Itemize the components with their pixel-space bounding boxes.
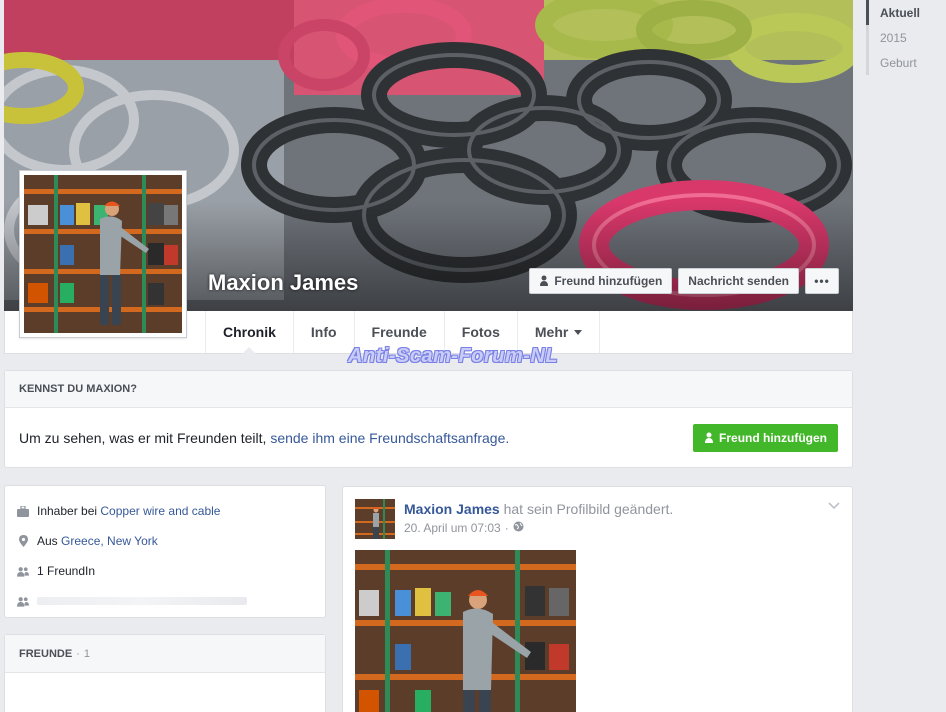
friend-request-link[interactable]: sende ihm eine Freundschaftsanfrage. [270, 430, 509, 446]
post-author-name[interactable]: Maxion James [404, 501, 500, 517]
add-friend-label: Freund hinzufügen [554, 274, 663, 288]
know-card-text: Um zu sehen, was er mit Freunden teilt, [19, 430, 267, 446]
add-friend-icon [704, 432, 714, 444]
chevron-down-icon[interactable] [828, 499, 840, 513]
friends-icon [17, 595, 29, 607]
friends-icon [17, 565, 29, 577]
intro-location-link[interactable]: Greece, New York [61, 534, 158, 548]
intro-work-link[interactable]: Copper wire and cable [100, 504, 220, 518]
add-friend-green-button[interactable]: Freund hinzufügen [693, 424, 838, 452]
location-pin-icon [17, 535, 29, 547]
scrubber-item-2015[interactable]: 2015 [866, 25, 946, 50]
intro-location: Aus Greece, New York [17, 526, 313, 556]
intro-card: Inhaber bei Copper wire and cable Aus Gr… [4, 485, 326, 618]
post-header: Maxion James hat sein Profilbild geänder… [355, 499, 840, 541]
profile-name[interactable]: Maxion James [208, 270, 358, 296]
chevron-down-icon [574, 329, 583, 335]
friends-card-count: 1 [83, 647, 90, 660]
tab-info[interactable]: Info [292, 311, 354, 353]
more-options-icon: ••• [814, 274, 830, 288]
send-message-button[interactable]: Nachricht senden [678, 268, 799, 294]
intro-work: Inhaber bei Copper wire and cable [17, 496, 313, 526]
post-title: Maxion James hat sein Profilbild geänder… [404, 501, 673, 517]
know-card-text-wrap: Um zu sehen, was er mit Freunden teilt, … [19, 430, 509, 446]
friends-card-title: FREUNDE [19, 647, 73, 660]
post-action: hat sein Profilbild geändert. [503, 501, 674, 517]
redacted-text [37, 597, 247, 605]
tab-mehr-label: Mehr [534, 324, 569, 340]
profile-picture[interactable] [19, 170, 187, 338]
scrubber-item-geburt[interactable]: Geburt [866, 50, 946, 75]
intro-friends-text[interactable]: 1 FreundIn [37, 564, 95, 578]
add-friend-button[interactable]: Freund hinzufügen [529, 268, 673, 294]
scrubber-item-aktuell[interactable]: Aktuell [866, 0, 946, 25]
tab-info-label: Info [310, 324, 337, 340]
intro-location-prefix: Aus [37, 534, 58, 548]
know-card-body: Um zu sehen, was er mit Freunden teilt, … [5, 408, 852, 468]
post-meta-separator: · [504, 521, 509, 535]
friends-card-separator: · [76, 647, 80, 660]
friends-card: FREUNDE · 1 [4, 634, 326, 712]
post-meta: 20. April um 07:03 · [404, 521, 524, 535]
know-card-heading: KENNST DU MAXION? [5, 371, 852, 408]
intro-work-prefix: Inhaber bei [37, 504, 98, 518]
tab-fotos-label: Fotos [461, 324, 500, 340]
globe-icon[interactable] [513, 521, 524, 535]
post-photo[interactable] [355, 550, 576, 712]
intro-hidden-row [17, 586, 313, 616]
add-friend-green-label: Freund hinzufügen [719, 431, 827, 445]
add-friend-icon [539, 275, 549, 287]
cover-actions: Freund hinzufügen Nachricht senden ••• [529, 268, 839, 294]
tab-chronik[interactable]: Chronik [205, 311, 293, 354]
post-author-avatar[interactable] [355, 499, 395, 539]
send-message-label: Nachricht senden [688, 274, 789, 288]
friends-card-heading[interactable]: FREUNDE · 1 [5, 635, 325, 673]
tab-chronik-label: Chronik [223, 324, 276, 340]
post-card: Maxion James hat sein Profilbild geänder… [342, 486, 853, 712]
post-date[interactable]: 20. April um 07:03 [404, 521, 501, 535]
intro-location-text: Aus Greece, New York [37, 534, 158, 548]
timeline-scrubber: Aktuell 2015 Geburt [866, 0, 946, 75]
intro-friends: 1 FreundIn [17, 556, 313, 586]
know-card: KENNST DU MAXION? Um zu sehen, was er mi… [4, 370, 853, 468]
briefcase-icon [17, 505, 29, 517]
tab-freunde-label: Freunde [371, 324, 427, 340]
profile-picture-image [24, 175, 182, 333]
more-options-button[interactable]: ••• [805, 268, 839, 294]
watermark: Anti-Scam-Forum-NL [348, 345, 559, 367]
intro-work-text: Inhaber bei Copper wire and cable [37, 504, 220, 518]
